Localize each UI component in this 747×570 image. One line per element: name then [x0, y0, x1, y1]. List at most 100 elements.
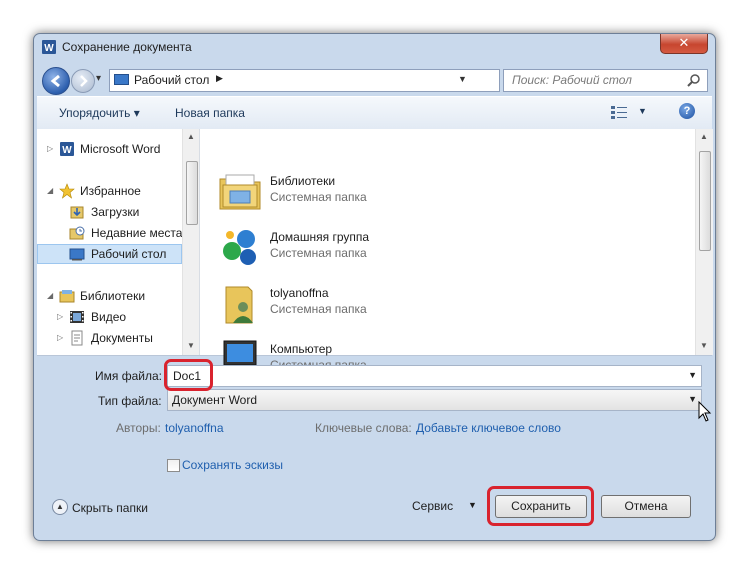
back-button[interactable] [42, 67, 70, 95]
new-folder-button[interactable]: Новая папка [175, 106, 245, 120]
cancel-button[interactable]: Отмена [601, 495, 691, 518]
search-icon[interactable] [687, 73, 701, 87]
nav-item-label: Библиотеки [80, 289, 146, 303]
file-list: Библиотеки Системная папка Домашняя груп… [200, 129, 695, 373]
expand-arrow-icon[interactable]: ▷ [57, 333, 63, 342]
file-list-scrollbar[interactable]: ▲ ▼ [695, 129, 713, 355]
filename-dropdown-icon[interactable]: ▼ [688, 370, 697, 380]
address-dropdown-icon[interactable]: ▼ [458, 74, 467, 84]
save-thumbnails-checkbox[interactable] [167, 459, 180, 472]
nav-item-label: Документы [91, 331, 153, 345]
browser-area: ▷ W Microsoft Word ◢ Избранное Загрузки … [37, 129, 713, 373]
file-type: Системная папка [270, 246, 367, 260]
nav-item-favorites[interactable]: ◢ Избранное [37, 181, 182, 201]
svg-text:W: W [44, 43, 54, 54]
scroll-up-icon[interactable]: ▲ [187, 132, 195, 141]
window-title: Сохранение документа [62, 40, 192, 54]
collapse-arrow-icon[interactable]: ◢ [47, 186, 53, 195]
nav-item-label: Избранное [80, 184, 141, 198]
file-name: Библиотеки [270, 174, 336, 188]
scroll-down-icon[interactable]: ▼ [700, 341, 708, 350]
help-button[interactable]: ? [679, 103, 695, 119]
recent-places-icon [69, 226, 85, 240]
scrollbar-thumb[interactable] [186, 161, 198, 225]
filename-field[interactable]: Doc1 ▼ [167, 365, 702, 387]
filename-highlight-ring [164, 359, 213, 391]
libraries-icon [59, 290, 75, 303]
tools-dropdown-icon[interactable]: ▼ [468, 500, 477, 510]
nav-item-label: Видео [91, 310, 127, 324]
file-type: Системная папка [270, 190, 367, 204]
filetype-label: Тип файла: [98, 394, 162, 408]
homegroup-icon [223, 230, 256, 265]
search-box[interactable]: Поиск: Рабочий стол [503, 69, 708, 92]
filename-label: Имя файла: [95, 369, 162, 383]
desktop-icon [69, 248, 85, 261]
scrollbar-thumb[interactable] [699, 151, 711, 251]
forward-button[interactable] [71, 69, 95, 93]
keywords-label: Ключевые слова: [315, 421, 412, 435]
downloads-icon [70, 206, 84, 219]
star-icon [59, 183, 75, 199]
filetype-value[interactable]: Документ Word [172, 393, 257, 407]
navigation-bar: ▾ Рабочий стол ▶ ▼ Поиск: Рабочий стол [34, 64, 715, 96]
nav-item-recent-places[interactable]: Недавние места [37, 223, 182, 243]
word-app-icon: W [42, 40, 56, 54]
filetype-dropdown-icon[interactable]: ▼ [688, 394, 697, 404]
save-dialog: W Сохранение документа ✕ ▾ Рабочий стол … [33, 33, 716, 541]
forward-arrow-icon [80, 75, 88, 87]
scroll-down-icon[interactable]: ▼ [187, 341, 195, 350]
view-options-icon[interactable] [611, 105, 627, 119]
list-item[interactable]: Домашняя группа Системная папка [218, 222, 418, 272]
navigation-pane: ▷ W Microsoft Word ◢ Избранное Загрузки … [37, 129, 200, 355]
close-button[interactable]: ✕ [660, 34, 708, 54]
tools-menu-button[interactable]: Сервис [412, 499, 453, 513]
collapse-up-icon[interactable]: ▲ [52, 499, 68, 515]
svg-text:W: W [62, 145, 72, 156]
collapse-arrow-icon[interactable]: ◢ [47, 291, 53, 300]
nav-item-desktop[interactable]: Рабочий стол [37, 244, 182, 264]
list-item[interactable]: tolyanoffna Системная папка [218, 278, 418, 328]
nav-item-video[interactable]: ▷ Видео [37, 307, 182, 327]
history-dropdown-icon[interactable]: ▾ [96, 73, 101, 84]
save-button-highlight-ring [487, 486, 594, 526]
keywords-link[interactable]: Добавьте ключевое слово [416, 421, 561, 435]
nav-item-documents[interactable]: ▷ Документы [37, 328, 182, 348]
filetype-select[interactable]: Документ Word ▼ [167, 389, 702, 411]
video-icon [70, 311, 84, 323]
nav-item-label: Microsoft Word [80, 142, 161, 156]
expand-arrow-icon[interactable]: ▷ [57, 312, 63, 321]
nav-item-label: Загрузки [91, 205, 140, 219]
documents-icon [71, 330, 83, 346]
nav-item-label: Рабочий стол [91, 247, 167, 261]
address-path[interactable]: Рабочий стол [134, 73, 209, 87]
word-icon: W [60, 142, 74, 156]
expand-arrow-icon[interactable]: ▷ [47, 144, 53, 153]
address-bar[interactable]: Рабочий стол ▶ ▼ [109, 69, 567, 92]
nav-item-libraries[interactable]: ◢ Библиотеки [37, 286, 182, 306]
scroll-up-icon[interactable]: ▲ [700, 132, 708, 141]
nav-item-microsoft-word[interactable]: ▷ W Microsoft Word [37, 139, 182, 159]
organize-menu-button[interactable]: Упорядочить ▾ [59, 106, 140, 120]
file-name: Компьютер [270, 342, 333, 356]
authors-link[interactable]: tolyanoffna [165, 421, 224, 435]
file-name: tolyanoffna [270, 286, 329, 300]
list-item[interactable]: Библиотеки Системная папка [218, 166, 418, 216]
view-dropdown-icon[interactable]: ▼ [638, 106, 647, 116]
search-input[interactable]: Поиск: Рабочий стол [512, 73, 632, 87]
file-name: Домашняя группа [270, 230, 370, 244]
libraries-folder-icon [219, 174, 261, 210]
authors-label: Авторы: [116, 421, 161, 435]
nav-item-label: Недавние места [91, 226, 183, 240]
breadcrumb-chevron-icon[interactable]: ▶ [216, 73, 223, 84]
title-bar: W Сохранение документа ✕ [34, 34, 715, 64]
command-toolbar: Упорядочить ▾ Новая папка ▼ ? [37, 96, 712, 130]
hide-folders-button[interactable]: Скрыть папки [72, 501, 148, 515]
nav-scrollbar[interactable]: ▲ ▼ [182, 129, 200, 355]
back-arrow-icon [50, 74, 60, 88]
desktop-icon [114, 74, 129, 85]
save-thumbnails-label[interactable]: Сохранять эскизы [182, 458, 283, 472]
file-type: Системная папка [270, 302, 367, 316]
nav-item-downloads[interactable]: Загрузки [37, 202, 182, 222]
user-folder-icon [225, 286, 253, 324]
